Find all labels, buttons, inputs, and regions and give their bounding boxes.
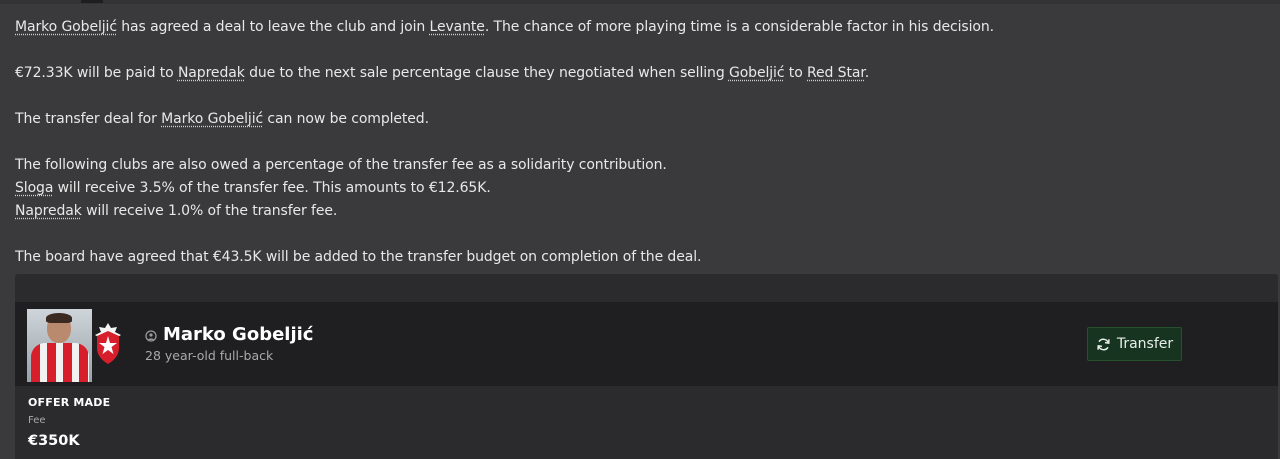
person-icon — [145, 329, 157, 342]
player-name[interactable]: Marko Gobeljić — [163, 324, 313, 345]
player-link[interactable]: Gobeljić — [729, 65, 785, 81]
message-text: The transfer deal for — [15, 111, 162, 127]
transfer-button-label: Transfer — [1116, 336, 1174, 352]
club-link-napredak[interactable]: Napredak — [15, 203, 82, 219]
message-line-4: The following clubs are also owed a perc… — [15, 157, 667, 173]
message-line-5: Sloga will receive 3.5% of the transfer … — [15, 177, 1265, 200]
top-strip — [0, 0, 1280, 4]
message-text: €72.33K will be paid to — [15, 65, 178, 81]
message-line-3: The transfer deal for Marko Gobeljić can… — [15, 108, 1265, 131]
transfer-button[interactable]: Transfer — [1087, 327, 1182, 361]
refresh-icon — [1097, 338, 1110, 350]
club-link-red-star[interactable]: Red Star — [807, 65, 865, 81]
message-text: to — [784, 65, 808, 81]
fee-value: €350K — [28, 433, 80, 449]
player-photo[interactable] — [27, 309, 92, 382]
message-text: due to the next sale percentage clause t… — [244, 65, 729, 81]
message-text: has agreed a deal to leave the club and … — [116, 19, 430, 35]
message-line-7: The board have agreed that €43.5K will b… — [15, 249, 702, 265]
transfer-card: Marko Gobeljić 28 year-old full-back Tra… — [15, 274, 1278, 459]
tab-indicator — [81, 0, 103, 3]
message-text: . — [864, 65, 870, 81]
news-message-body: Marko Gobeljić has agreed a deal to leav… — [15, 16, 1265, 269]
message-text: . The chance of more playing time is a c… — [484, 19, 994, 35]
player-link[interactable]: Marko Gobeljić — [15, 19, 117, 35]
club-link-levante[interactable]: Levante — [430, 19, 485, 35]
message-line-6: Napredak will receive 1.0% of the transf… — [15, 200, 1265, 223]
message-text: can now be completed. — [263, 111, 429, 127]
club-link-napredak[interactable]: Napredak — [178, 65, 245, 81]
player-link[interactable]: Marko Gobeljić — [161, 111, 263, 127]
message-text: will receive 3.5% of the transfer fee. T… — [53, 180, 491, 196]
fee-label: Fee — [28, 415, 46, 426]
club-link-sloga[interactable]: Sloga — [15, 180, 53, 196]
offer-title: OFFER MADE — [28, 396, 111, 409]
red-star-badge[interactable] — [93, 322, 123, 366]
message-text: will receive 1.0% of the transfer fee. — [81, 203, 338, 219]
message-line-1: Marko Gobeljić has agreed a deal to leav… — [15, 16, 1265, 39]
player-name-row: Marko Gobeljić — [145, 324, 313, 345]
message-line-2: €72.33K will be paid to Napredak due to … — [15, 62, 1265, 85]
player-description: 28 year-old full-back — [145, 348, 274, 363]
player-header: Marko Gobeljić 28 year-old full-back Tra… — [15, 302, 1278, 386]
